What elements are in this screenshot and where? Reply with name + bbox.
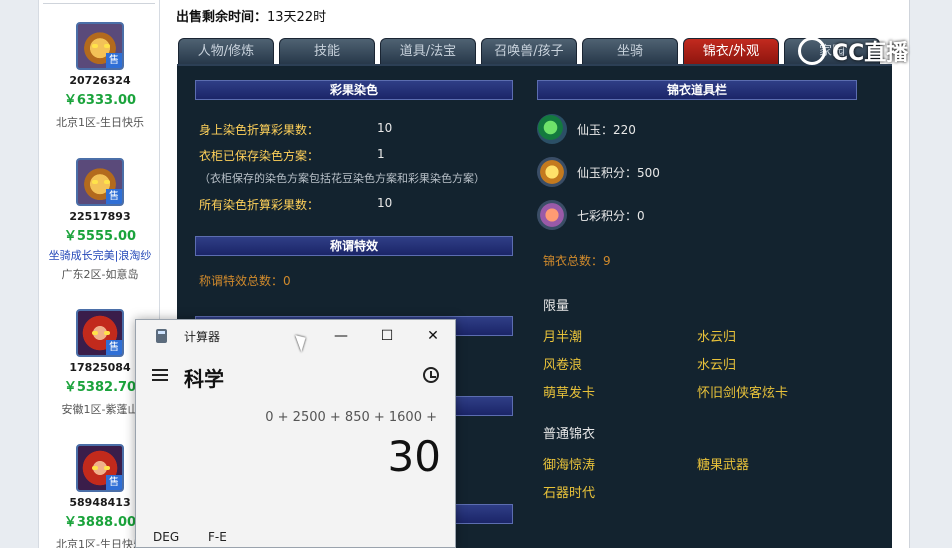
timer-value: 13天22时 <box>267 10 327 25</box>
menu-icon[interactable] <box>152 369 168 381</box>
calculator-mode: 科学 <box>184 367 224 391</box>
tab-mounts[interactable]: 坐骑 <box>582 38 678 64</box>
deg-button[interactable]: DEG <box>153 530 179 544</box>
stream-watermark: CC直播 <box>798 32 924 70</box>
sale-timer: 出售剩余时间：13天22时 <box>176 6 326 25</box>
outfit-total-row: 锦衣总数：9 <box>543 252 611 269</box>
listing-item[interactable]: 售 20726324 ￥6333.00 北京1区-生日快乐 <box>39 22 161 130</box>
watermark-logo-icon <box>798 37 826 65</box>
watermark-text: CC直播 <box>832 41 909 66</box>
tab-skills[interactable]: 技能 <box>279 38 375 64</box>
dye-total-row: 所有染色折算彩果数： 10 <box>199 196 392 213</box>
outfit-items-header: 锦衣道具栏 <box>537 80 857 100</box>
limited-title: 限量 <box>543 299 570 314</box>
listing-item[interactable]: 售 22517893 ￥5555.00 坐骑成长完美|浪淘纱 广东2区-如意岛 <box>39 158 161 282</box>
listing-price: ￥5555.00 <box>63 229 137 244</box>
regular-title: 普通锦衣 <box>543 427 596 442</box>
listing-note[interactable]: 坐骑成长完美|浪淘纱 <box>39 247 161 263</box>
tab-character[interactable]: 人物/修炼 <box>178 38 274 64</box>
limited-item[interactable]: 风卷浪 <box>543 354 582 373</box>
calculator-expression: 0 + 2500 + 850 + 1600 + <box>265 410 437 425</box>
limited-item[interactable]: 水云归 <box>697 354 736 373</box>
history-icon[interactable] <box>423 367 439 383</box>
sale-badge: 售 <box>106 340 122 355</box>
character-avatar[interactable]: 售 <box>76 444 124 492</box>
limited-item[interactable]: 萌草发卡 <box>543 382 595 401</box>
dye-wardrobe-value: 1 <box>377 147 385 161</box>
sale-badge: 售 <box>106 189 122 204</box>
dye-total-label: 所有染色折算彩果数： <box>199 198 320 212</box>
limited-item[interactable]: 月半潮 <box>543 326 582 345</box>
listing-id: 20726324 <box>69 74 131 87</box>
dye-body-value: 10 <box>377 121 393 135</box>
calculator-window[interactable]: 计算器 — ☐ ✕ 科学 0 + 2500 + 850 + 1600 + 30 … <box>135 319 456 548</box>
calculator-title: 计算器 <box>184 330 221 344</box>
character-avatar[interactable]: 售 <box>76 22 124 70</box>
jade-icon <box>537 114 567 144</box>
jade-label: 仙玉： <box>577 123 614 137</box>
jade-value: 220 <box>613 123 636 137</box>
score-icon <box>537 157 567 187</box>
regular-item[interactable]: 石器时代 <box>543 482 595 501</box>
fe-button[interactable]: F-E <box>208 530 227 544</box>
title-effects-value: 0 <box>283 274 291 288</box>
sale-badge: 售 <box>106 475 122 490</box>
dye-body-row: 身上染色折算彩果数： 10 <box>199 121 392 138</box>
listing-price: ￥6333.00 <box>63 93 137 108</box>
tab-outfits[interactable]: 锦衣/外观 <box>683 38 779 64</box>
outfit-total-value: 9 <box>603 254 611 268</box>
tab-items[interactable]: 道具/法宝 <box>380 38 476 64</box>
character-avatar[interactable]: 售 <box>76 158 124 206</box>
limited-item[interactable]: 水云归 <box>697 326 736 345</box>
outfit-total-label: 锦衣总数： <box>543 254 604 268</box>
listing-server[interactable]: 北京1区-生日快乐 <box>39 114 161 130</box>
listing-server[interactable]: 广东2区-如意岛 <box>39 266 161 282</box>
timer-label: 出售剩余时间： <box>176 10 268 25</box>
title-effects-row: 称谓特效总数：0 <box>199 272 291 289</box>
regular-item[interactable]: 糖果武器 <box>697 454 749 473</box>
calculator-display: 30 <box>387 432 441 481</box>
rainbow-label: 七彩积分： <box>577 209 638 223</box>
calculator-app-icon <box>156 329 167 343</box>
dye-section-header: 彩果染色 <box>195 80 513 100</box>
score-label: 仙玉积分： <box>577 166 638 180</box>
maximize-button[interactable]: ☐ <box>364 320 410 352</box>
score-value: 500 <box>637 166 660 180</box>
close-button[interactable]: ✕ <box>410 320 456 352</box>
character-avatar[interactable]: 售 <box>76 309 124 357</box>
dye-wardrobe-note: （衣柜保存的染色方案包括花豆染色方案和彩果染色方案） <box>199 172 485 185</box>
limited-item[interactable]: 怀旧剑侠客炫卡 <box>697 382 788 401</box>
title-effects-label: 称谓特效总数： <box>199 274 284 288</box>
dye-wardrobe-row: 衣柜已保存染色方案： 1 <box>199 147 385 164</box>
tab-pets[interactable]: 召唤兽/孩子 <box>481 38 577 64</box>
title-effects-header: 称谓特效 <box>195 236 513 256</box>
dye-wardrobe-label: 衣柜已保存染色方案： <box>199 149 320 163</box>
rainbow-value: 0 <box>637 209 645 223</box>
minimize-button[interactable]: — <box>318 320 364 352</box>
dye-total-value: 10 <box>377 196 393 210</box>
regular-item[interactable]: 御海惊涛 <box>543 454 595 473</box>
rainbow-icon <box>537 200 567 230</box>
dye-body-label: 身上染色折算彩果数： <box>199 123 320 137</box>
listing-id: 22517893 <box>69 210 131 223</box>
sale-badge: 售 <box>106 53 122 68</box>
